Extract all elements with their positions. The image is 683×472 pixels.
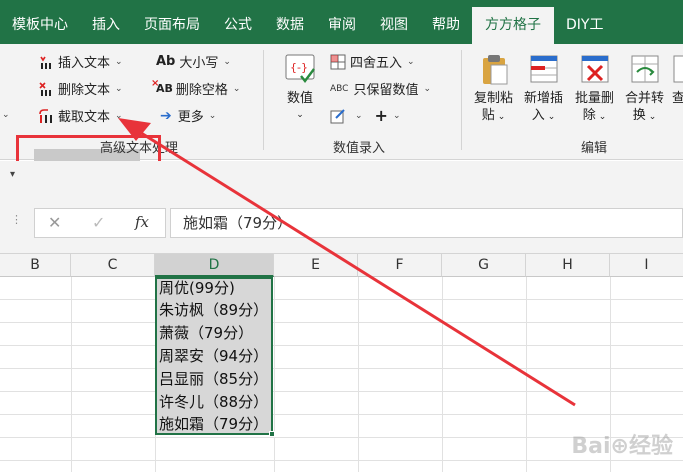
annotation-arrow-icon <box>118 118 576 407</box>
excel-window: 模板中心 插入 页面布局 公式 数据 审阅 视图 帮助 方方格子 DIY工 ⌄ … <box>0 0 683 472</box>
watermark-logo: Bai⊕经验 <box>571 434 673 459</box>
